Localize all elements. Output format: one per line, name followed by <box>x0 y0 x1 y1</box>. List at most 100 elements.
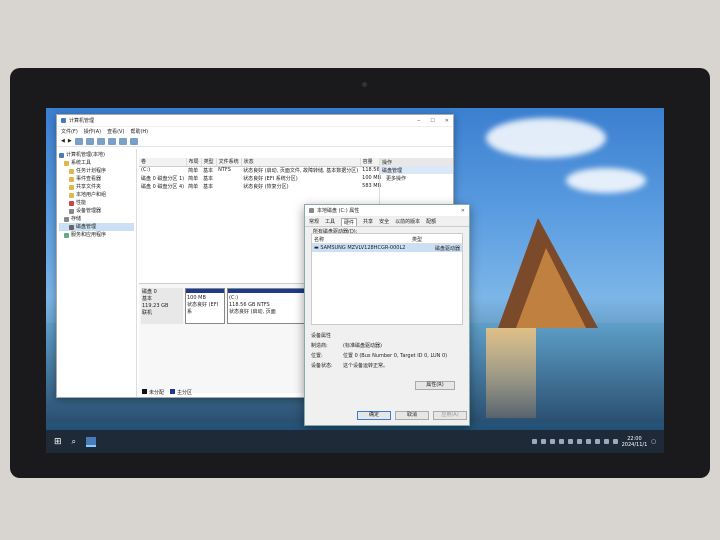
menu-view[interactable]: 查看(V) <box>107 128 124 135</box>
tree-item-label: 设备管理器 <box>76 208 102 214</box>
tab-hardware[interactable]: 硬件 <box>341 217 358 226</box>
cell-layout: 简单 <box>188 175 199 182</box>
tray-icon[interactable] <box>549 439 555 444</box>
table-row[interactable]: 磁盘 0 磁盘分区 4) 简单 基本 状态良好 (恢复分区) 583 MB <box>139 182 387 190</box>
tab-security[interactable]: 安全 <box>379 218 389 225</box>
refresh-icon[interactable] <box>118 137 127 145</box>
menu-help[interactable]: 帮助(H) <box>130 128 148 135</box>
close-button[interactable]: ✕ <box>445 118 449 124</box>
action-more[interactable]: 更多操作 <box>380 174 453 183</box>
dialog-close-button[interactable]: ✕ <box>461 208 465 214</box>
tree-item-system-tools[interactable]: 系统工具 <box>59 159 134 167</box>
tray-icon[interactable] <box>585 439 591 444</box>
table-row[interactable]: 磁盘 0 磁盘分区 1) 简单 基本 状态良好 (EFI 系统分区) 100 M… <box>139 174 387 182</box>
tab-previous-versions[interactable]: 以前的版本 <box>395 218 420 225</box>
minimize-button[interactable]: ─ <box>417 118 420 124</box>
partition-size: 118.56 GB NTFS <box>229 302 270 308</box>
device-manager-icon <box>69 208 74 214</box>
tree-item-storage[interactable]: 存储 <box>59 215 134 223</box>
maximize-button[interactable]: ☐ <box>430 118 434 124</box>
partition-c[interactable]: (C:) 118.56 GB NTFS 状态良好 (启动, 页面 <box>227 288 305 324</box>
console-tree-icon[interactable] <box>85 137 94 145</box>
tree-item-label: 性能 <box>76 200 87 206</box>
tray-icon[interactable] <box>531 439 537 444</box>
search-icon[interactable]: ⌕ <box>72 437 76 447</box>
notification-icon[interactable]: ▢ <box>651 439 656 445</box>
tab-general[interactable]: 常规 <box>309 218 319 225</box>
up-icon[interactable] <box>74 137 83 145</box>
col-device-type[interactable]: 类型 <box>412 236 422 243</box>
help-icon[interactable] <box>107 137 116 145</box>
mmc-menubar: 文件(F) 操作(A) 查看(V) 帮助(H) <box>57 127 453 136</box>
disk-type: 基本 <box>142 296 153 302</box>
prop-row: 位置: 位置 0 (Bus Number 0, Target ID 0, LUN … <box>311 351 463 361</box>
tab-quota[interactable]: 配额 <box>426 218 436 225</box>
tree-item-services-apps[interactable]: 服务和应用程序 <box>59 231 134 239</box>
menu-action[interactable]: 操作(A) <box>84 128 101 135</box>
partition-size: 100 MB <box>187 295 206 301</box>
clock-date: 2024/11/1 <box>621 441 648 448</box>
partition-efi[interactable]: 100 MB 状态良好 (EFI 系 <box>185 288 225 324</box>
properties-icon[interactable] <box>96 137 105 145</box>
prop-key: 设备状态: <box>311 363 333 369</box>
cancel-button[interactable]: 取消 <box>395 411 429 420</box>
tree-item-performance[interactable]: 性能 <box>59 199 134 207</box>
col-name[interactable]: 名称 <box>314 236 324 243</box>
computer-management-taskbar-icon[interactable] <box>86 436 97 447</box>
computer-icon <box>59 152 64 158</box>
col-filesystem[interactable]: 文件系统 <box>216 158 242 167</box>
view-icon[interactable] <box>129 137 138 145</box>
prop-value: 位置 0 (Bus Number 0, Target ID 0, LUN 0) <box>343 353 448 359</box>
rock-formation-lit <box>516 248 586 328</box>
clock[interactable]: 22:00 2024/11/1 <box>622 436 648 448</box>
tree-item-task-scheduler[interactable]: 任务计划程序 <box>59 167 134 175</box>
tree-item-local-users[interactable]: 本地用户和组 <box>59 191 134 199</box>
tray-icon[interactable] <box>576 439 582 444</box>
tab-tools[interactable]: 工具 <box>325 218 335 225</box>
col-layout[interactable]: 布局 <box>186 158 202 167</box>
col-volume[interactable]: 卷 <box>139 158 187 167</box>
disk-name: 磁盘 0 <box>142 289 157 295</box>
network-icon[interactable] <box>603 439 609 444</box>
partition-bar <box>186 289 224 293</box>
tray-icon[interactable] <box>558 439 564 444</box>
cell-fs: NTFS <box>218 167 231 174</box>
tree-item-label: 任务计划程序 <box>76 168 107 174</box>
legend-unallocated: 未分配 <box>142 389 164 396</box>
action-disk-management[interactable]: 磁盘管理 <box>380 166 453 174</box>
tray-icon[interactable] <box>540 439 546 444</box>
forward-icon[interactable]: ▶ <box>68 138 72 144</box>
device-name-text: SAMSUNG MZVLV128HCGR-000L2 <box>320 245 406 251</box>
ok-button[interactable]: 确定 <box>357 411 391 420</box>
dialog-title: 本地磁盘 (C:) 属性 <box>317 208 360 214</box>
legend-swatch <box>142 389 147 394</box>
tray-icon[interactable] <box>567 439 573 444</box>
partition-status: 状态良好 (EFI 系 <box>187 302 219 315</box>
tree-item-event-viewer[interactable]: 事件查看器 <box>59 175 134 183</box>
tree-item-label: 存储 <box>71 216 82 222</box>
tree-item-computer-management[interactable]: 计算机管理(本地) <box>59 151 134 159</box>
webcam <box>362 82 367 87</box>
volume-table-header: 卷 布局 类型 文件系统 状态 容量 <box>139 158 388 167</box>
tree-item-label: 系统工具 <box>71 160 92 166</box>
disk-0-label[interactable]: 磁盘 0 基本 119.23 GB 联机 <box>141 288 183 324</box>
actions-header: 操作 <box>380 158 453 166</box>
tab-sharing[interactable]: 共享 <box>363 218 373 225</box>
properties-button[interactable]: 属性(R) <box>415 381 455 390</box>
legend-primary: 主分区 <box>170 389 192 396</box>
list-item[interactable]: ▬ SAMSUNG MZVLV128HCGR-000L2 磁盘驱动器 <box>312 244 462 252</box>
event-icon <box>69 176 74 182</box>
table-row[interactable]: (C:) 简单 基本 NTFS 状态良好 (启动, 页面文件, 故障转储, 基本… <box>139 166 387 174</box>
volume-icon[interactable] <box>612 439 618 444</box>
start-button[interactable]: ⊞ <box>54 437 62 447</box>
back-icon[interactable]: ◀ <box>61 138 65 144</box>
col-status[interactable]: 状态 <box>241 158 361 167</box>
col-type[interactable]: 类型 <box>201 158 217 167</box>
menu-file[interactable]: 文件(F) <box>61 128 78 135</box>
tree-item-shared-folders[interactable]: 共享文件夹 <box>59 183 134 191</box>
tree-item-disk-management[interactable]: 磁盘管理 <box>59 223 134 231</box>
legend-swatch <box>170 389 176 394</box>
tree-item-device-manager[interactable]: 设备管理器 <box>59 207 134 215</box>
apply-button[interactable]: 应用(A) <box>433 411 467 420</box>
tray-icon[interactable] <box>594 439 600 444</box>
